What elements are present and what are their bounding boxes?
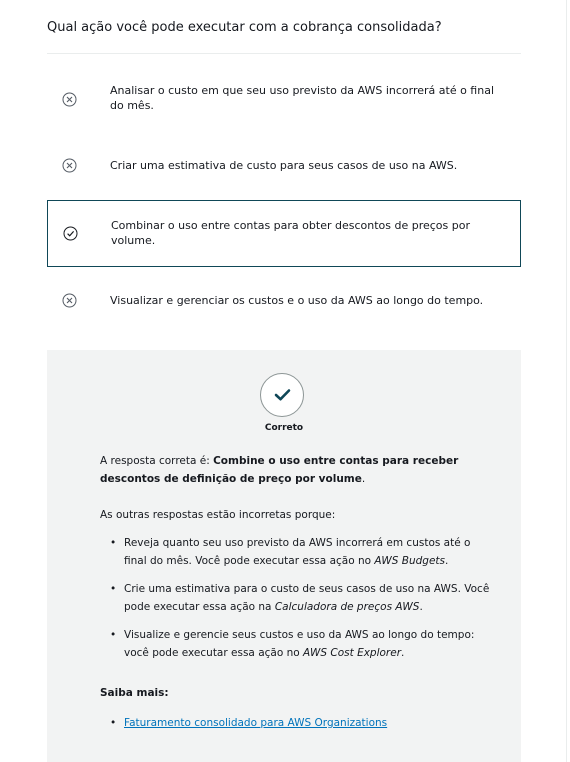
reasons-list: Reveja quanto seu uso previsto da AWS in… xyxy=(100,534,494,672)
reason-end: . xyxy=(445,555,449,567)
reason-tool: AWS Budgets xyxy=(374,555,446,567)
reason-text: Visualize e gerencie seus custos e uso d… xyxy=(124,629,475,659)
correct-answer-suffix: . xyxy=(361,473,366,485)
answer-option-2[interactable]: Criar uma estimativa de custo para seus … xyxy=(47,151,521,181)
answer-option-1[interactable]: Analisar o custo em que seu uso previsto… xyxy=(47,76,521,126)
question-title: Qual ação você pode executar com a cobra… xyxy=(47,20,442,35)
answer-option-text: Visualizar e gerenciar os custos e o uso… xyxy=(110,294,484,307)
x-circle-icon xyxy=(62,158,77,173)
reason-end: . xyxy=(419,601,423,613)
reason-end: . xyxy=(401,647,405,659)
list-item: Faturamento consolidado para AWS Organiz… xyxy=(110,714,387,732)
correct-answer-prefix: A resposta correta é: xyxy=(100,455,214,467)
scrollbar-track[interactable] xyxy=(566,0,567,762)
list-item: Visualize e gerencie seus custos e uso d… xyxy=(110,626,494,662)
learn-more-title: Saiba mais: xyxy=(100,687,169,699)
reason-tool: Calculadora de preços AWS xyxy=(274,601,420,613)
divider xyxy=(47,53,521,54)
learn-more-links: Faturamento consolidado para AWS Organiz… xyxy=(100,714,387,732)
answer-option-4[interactable]: Visualizar e gerenciar os custos e o uso… xyxy=(47,286,521,316)
check-circle-icon xyxy=(63,226,78,241)
answer-option-text: Combinar o uso entre contas para obter d… xyxy=(111,219,470,247)
result-label: Correto xyxy=(264,423,304,433)
answer-option-3[interactable]: Combinar o uso entre contas para obter d… xyxy=(47,200,521,267)
feedback-panel: Correto A resposta correta é: Combine o … xyxy=(47,350,521,762)
x-circle-icon xyxy=(62,293,77,308)
answer-option-text: Analisar o custo em que seu uso previsto… xyxy=(110,84,495,112)
list-item: Reveja quanto seu uso previsto da AWS in… xyxy=(110,534,494,570)
answer-option-text: Criar uma estimativa de custo para seus … xyxy=(110,159,458,172)
checkmark-icon xyxy=(260,373,304,417)
list-item: Crie uma estimativa para o custo de seus… xyxy=(110,580,494,616)
reason-tool: AWS Cost Explorer xyxy=(303,647,402,659)
link-consolidated-billing[interactable]: Faturamento consolidado para AWS Organiz… xyxy=(124,717,387,729)
correct-answer-text: A resposta correta é: Combine o uso entr… xyxy=(100,452,470,488)
x-circle-icon xyxy=(62,92,77,107)
others-intro: As outras respostas estão incorretas por… xyxy=(100,509,336,521)
